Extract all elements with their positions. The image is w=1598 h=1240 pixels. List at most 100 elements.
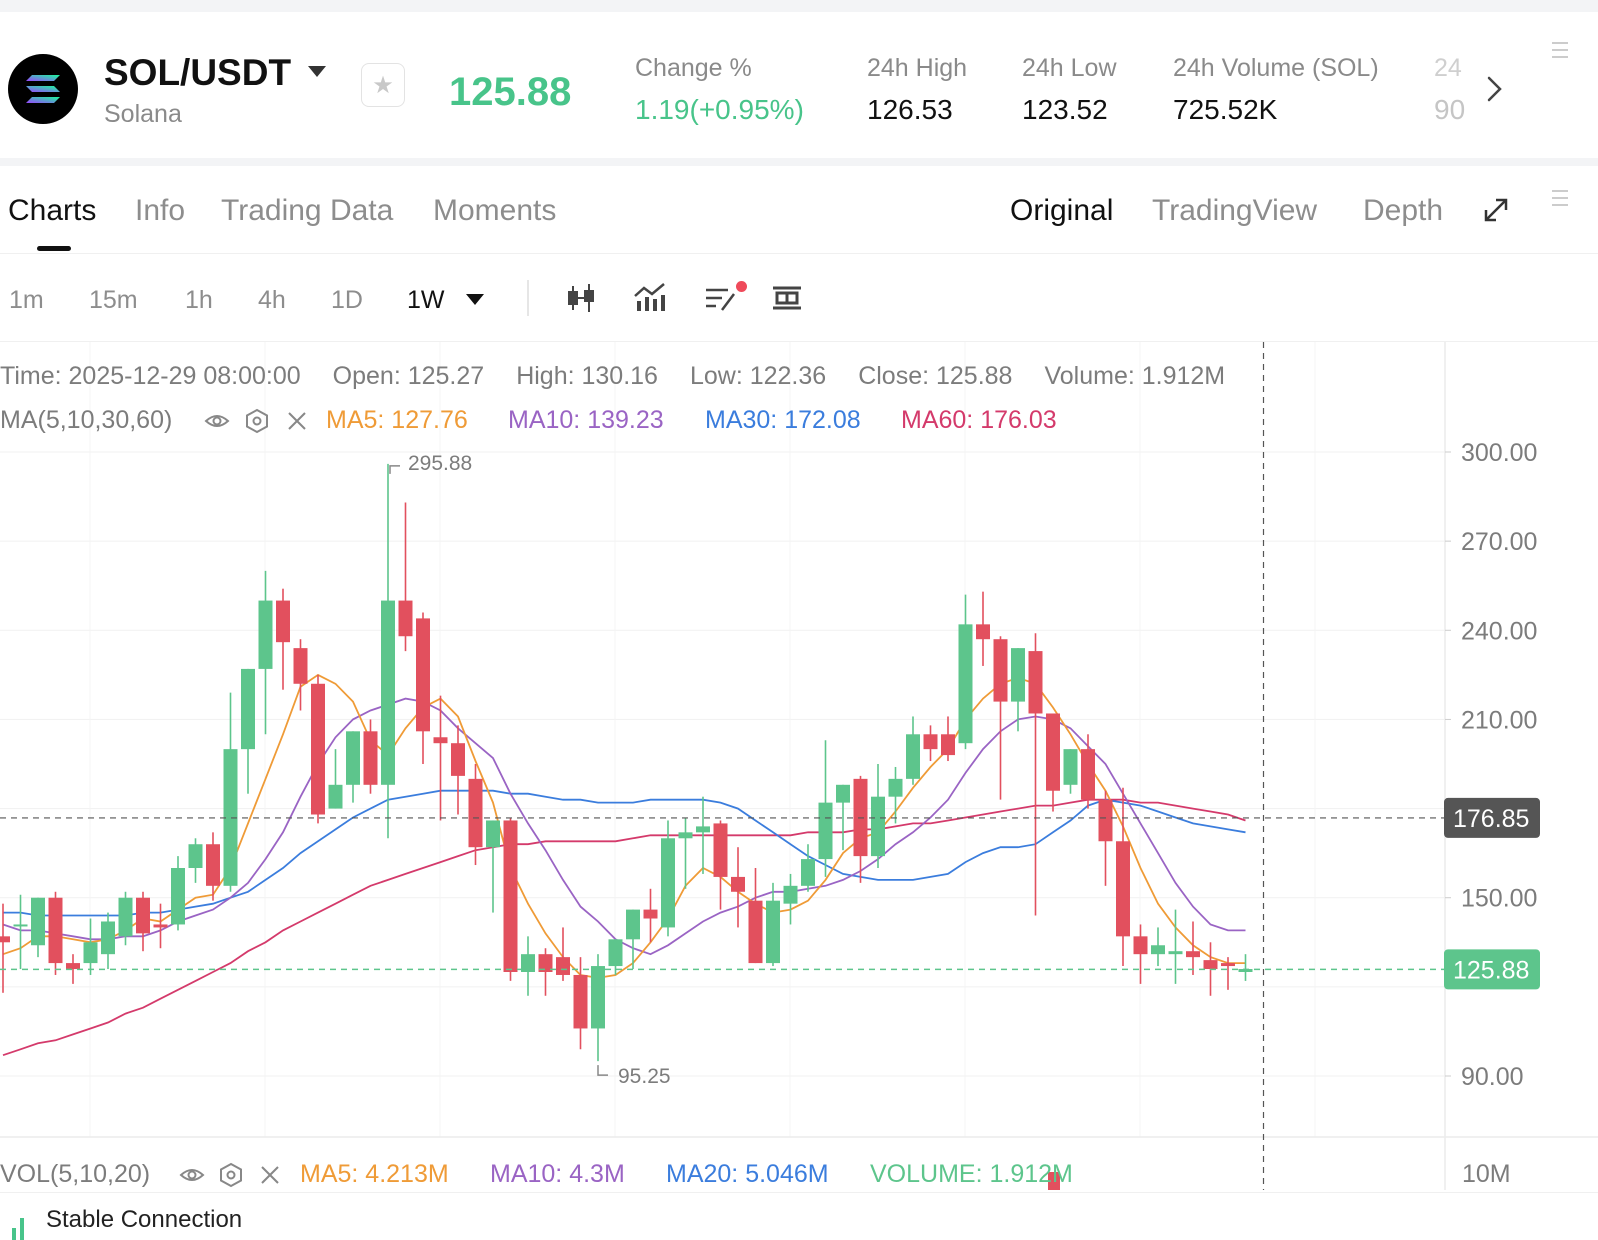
stat-label-volume: 24h Volume (SOL) xyxy=(1173,54,1379,82)
candle-up xyxy=(783,873,798,925)
timeframe-1w[interactable]: 1W xyxy=(407,286,445,315)
candle-body xyxy=(1063,749,1078,785)
candle-down xyxy=(1046,713,1060,812)
drawing-tools-icon[interactable] xyxy=(702,280,738,316)
candle-body xyxy=(731,876,745,892)
candle-body xyxy=(976,624,990,640)
eye-icon[interactable] xyxy=(204,408,230,434)
tab-original[interactable]: Original xyxy=(1010,194,1113,228)
y-tick-label: 270.00 xyxy=(1461,528,1537,556)
candle-body xyxy=(416,618,430,732)
candlestick-type-icon[interactable] xyxy=(563,280,599,316)
close-icon[interactable] xyxy=(257,1162,283,1188)
candle-body xyxy=(766,900,780,964)
candle-down xyxy=(1028,633,1043,916)
settings-icon[interactable] xyxy=(218,1162,244,1188)
candle-body xyxy=(871,796,885,857)
vol-label: VOL(5,10,20) xyxy=(0,1160,151,1188)
pair-dropdown-icon[interactable] xyxy=(308,66,326,77)
candle-body xyxy=(398,600,413,637)
close-icon[interactable] xyxy=(284,408,310,434)
timeframe-4h[interactable]: 4h xyxy=(258,286,286,315)
candle-body xyxy=(1081,749,1095,800)
timeframe-1m[interactable]: 1m xyxy=(9,286,44,315)
settings-icon[interactable] xyxy=(244,408,270,434)
candle-body xyxy=(643,909,658,919)
candle-body xyxy=(906,734,920,779)
candle-down xyxy=(976,591,990,666)
candle-body xyxy=(1168,951,1183,955)
chart-area[interactable]: 300.00 270.00 240.00 210.00 150.00 90.00 295.… xyxy=(0,342,1598,1190)
candle-up xyxy=(171,856,185,931)
favorite-button[interactable]: ★ xyxy=(361,63,405,107)
tab-charts[interactable]: Charts xyxy=(8,194,96,228)
candle-body xyxy=(328,784,343,809)
chevron-right-icon[interactable] xyxy=(1480,72,1510,106)
candle-body xyxy=(783,885,798,904)
candle-up xyxy=(1238,954,1253,981)
candle-up xyxy=(888,766,903,824)
candle-up xyxy=(381,463,395,839)
candle-up xyxy=(486,820,500,913)
candle-body xyxy=(1028,651,1043,714)
drag-handle-icon[interactable] xyxy=(1550,186,1568,210)
candle-body xyxy=(136,897,150,934)
y-tick-label: 240.00 xyxy=(1461,617,1537,645)
stat-overflow-value: 90 xyxy=(1434,94,1466,125)
candle-body xyxy=(486,820,500,848)
ma-indicator-label: MA(5,10,30,60) xyxy=(0,406,172,435)
last-price: 125.88 xyxy=(449,70,572,114)
price-chart[interactable]: 300.00 270.00 240.00 210.00 150.00 90.00 295.… xyxy=(0,342,1598,1190)
candle-body xyxy=(276,600,290,643)
drag-handle-icon[interactable] xyxy=(1550,38,1568,62)
candle-body xyxy=(678,832,693,839)
timeframe-15m[interactable]: 15m xyxy=(89,286,138,315)
candle-body xyxy=(573,974,588,1029)
candle-up xyxy=(818,740,833,877)
info-high: High: 130.16 xyxy=(516,362,658,390)
chart-tabs: Charts Info Trading Data Moments Origina… xyxy=(0,166,1598,254)
candle-body xyxy=(468,778,483,848)
expand-icon[interactable] xyxy=(1480,194,1512,226)
candle-body xyxy=(1221,963,1235,967)
timeframe-1d[interactable]: 1D xyxy=(331,286,363,315)
info-time: Time: 2025-12-29 08:00:00 xyxy=(0,362,301,390)
candle-body xyxy=(188,844,203,868)
eye-icon[interactable] xyxy=(179,1162,205,1188)
candle-down xyxy=(398,502,413,652)
tab-trading-data[interactable]: Trading Data xyxy=(221,194,393,228)
candle-down xyxy=(311,674,325,824)
star-icon: ★ xyxy=(372,72,394,99)
candle-body xyxy=(1098,799,1113,842)
tab-info[interactable]: Info xyxy=(135,194,185,228)
ma5-value: MA5: 127.76 xyxy=(326,406,468,434)
vol-ma20: MA20: 5.046M xyxy=(666,1160,829,1188)
candle-down xyxy=(713,820,728,910)
candle-body xyxy=(958,624,973,744)
candle-down xyxy=(416,612,430,764)
info-volume: Volume: 1.912M xyxy=(1044,362,1226,390)
ma60-value: MA60: 176.03 xyxy=(901,406,1057,434)
tab-depth[interactable]: Depth xyxy=(1363,194,1443,228)
candle-up xyxy=(1151,927,1165,967)
timeframe-dropdown-icon[interactable] xyxy=(466,294,484,305)
indicators-icon[interactable] xyxy=(632,280,668,316)
stat-value-high: 126.53 xyxy=(867,94,953,125)
candle-body xyxy=(626,909,640,940)
candle-body xyxy=(293,648,308,684)
tab-moments[interactable]: Moments xyxy=(433,194,556,228)
vol-current: VOLUME: 1.912M xyxy=(870,1160,1073,1188)
candle-body xyxy=(993,639,1008,702)
tab-tradingview[interactable]: TradingView xyxy=(1152,194,1317,228)
candle-body xyxy=(1133,936,1148,955)
candle-body xyxy=(1151,945,1165,955)
timeframe-1h[interactable]: 1h xyxy=(185,286,213,315)
low-marker-label: 95.25 xyxy=(618,1065,671,1088)
chart-settings-icon[interactable] xyxy=(769,280,805,316)
candle-body xyxy=(591,966,605,1029)
candle-up xyxy=(626,909,640,970)
pair-symbol[interactable]: SOL/USDT xyxy=(104,52,291,94)
ma-label: MA(5,10,30,60) xyxy=(0,406,173,434)
candle-down xyxy=(276,588,290,690)
candle-body xyxy=(941,734,955,756)
